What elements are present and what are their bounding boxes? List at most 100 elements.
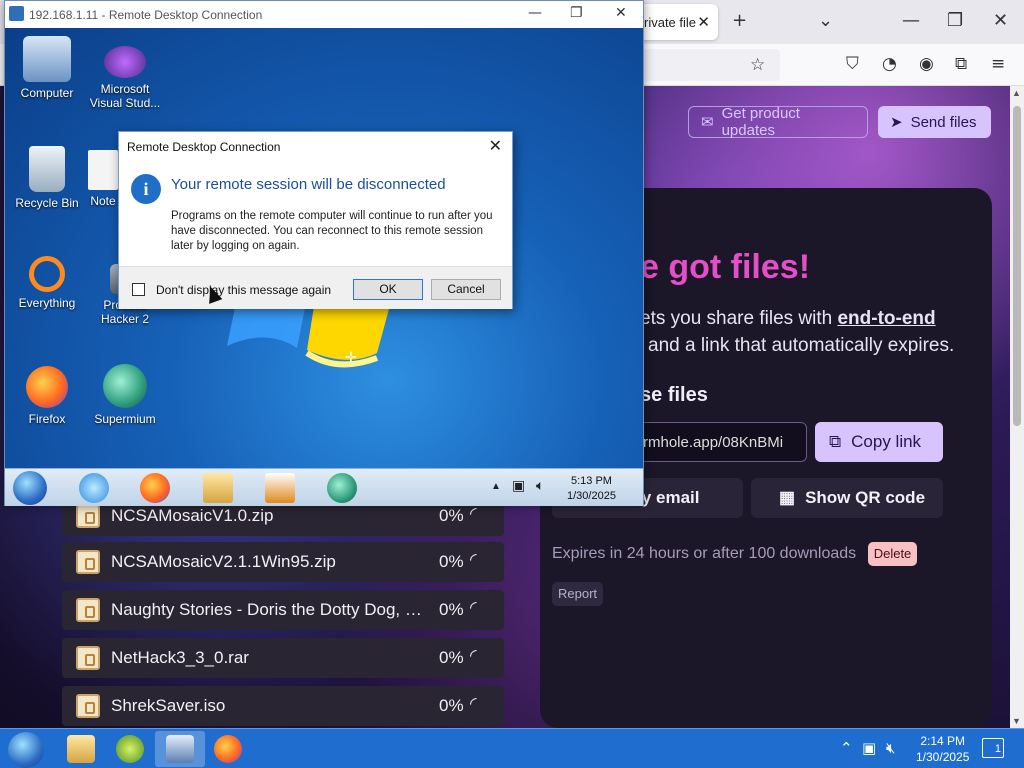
send-icon: ➤ (890, 114, 903, 131)
dont-show-checkbox[interactable] (132, 283, 145, 296)
history-icon[interactable]: ◔ (882, 54, 897, 74)
list-tabs-icon[interactable]: ⌄ (818, 10, 833, 31)
remote-clock-time: 5:13 PM (570, 475, 612, 487)
desktop-icon-recycle-bin[interactable]: Recycle Bin (7, 146, 87, 210)
page-headline: e got files! (640, 248, 811, 286)
network-tray-icon[interactable]: ▣ (862, 739, 876, 757)
maximize-button[interactable]: ❐ (947, 10, 963, 31)
start-button[interactable] (8, 732, 44, 768)
rdp-minimize-button[interactable]: — (528, 5, 542, 21)
desktop-icon-label: Computer (20, 86, 74, 100)
file-row[interactable]: ShrekSaver.iso 0% ◜ (62, 686, 504, 726)
rdp-title-bar[interactable]: 192.168.1.11 - Remote Desktop Connection… (5, 1, 643, 28)
account-icon[interactable]: ◉ (919, 54, 934, 74)
desktop-icon-notepad[interactable]: Note (85, 150, 121, 208)
host-clock-time: 2:14 PM (920, 734, 966, 748)
remote-start-button[interactable] (13, 471, 47, 505)
scrollbar-thumb[interactable] (1013, 106, 1021, 426)
end-to-end-link[interactable]: end-to-end (837, 308, 935, 329)
remote-clock[interactable]: 5:13 PM 1/30/2025 (567, 474, 616, 504)
settings-gear-icon[interactable] (116, 735, 144, 763)
volume-icon[interactable]: 🔈︎ (536, 478, 544, 494)
loading-spinner-icon: ◜ (470, 598, 477, 618)
volume-muted-icon[interactable]: 🔇︎ (886, 739, 895, 757)
media-player-icon[interactable] (265, 473, 295, 503)
send-files-button[interactable]: ➤ Send files (878, 106, 991, 138)
extensions-icon[interactable]: ⧉ (955, 54, 967, 74)
desktop-icon-label: Visual Stud... (89, 96, 161, 110)
desktop-icon-supermium[interactable]: Supermium (85, 364, 165, 426)
archive-file-icon (76, 550, 100, 574)
minimize-button[interactable]: — (902, 10, 920, 31)
dialog-heading: Your remote session will be disconnected (171, 176, 446, 193)
recycle-bin-icon (29, 146, 65, 192)
desktop-icon-label: Everything (18, 296, 76, 310)
desktop-icon-computer[interactable]: Computer (7, 36, 87, 100)
scroll-down-icon[interactable]: ▼ (1012, 716, 1021, 726)
copy-icon: ⧉ (829, 432, 842, 451)
pocket-icon[interactable]: ⛉ (846, 54, 859, 74)
desktop-icon-label: Recycle Bin (15, 196, 79, 210)
get-product-updates-button[interactable]: ✉ Get product updates (688, 105, 868, 139)
notifications-button[interactable]: 1 (982, 738, 1004, 758)
disconnect-dialog: Remote Desktop Connection ✕ i Your remot… (118, 131, 513, 309)
loading-spinner-icon: ◜ (470, 504, 477, 524)
loading-spinner-icon: ◜ (470, 646, 477, 666)
scroll-up-icon[interactable]: ▲ (1012, 88, 1021, 98)
file-explorer-taskbar-icon[interactable] (67, 735, 95, 763)
blocked-file-icon (76, 598, 100, 622)
browser-tab[interactable]: rivate file ✕ (636, 4, 718, 40)
network-icon[interactable]: ▣ (512, 478, 525, 494)
rdp-restore-button[interactable]: ❐ (570, 5, 583, 21)
cancel-button[interactable]: Cancel (431, 279, 501, 300)
file-name: NCSAMosaicV2.1.1Win95.zip (111, 552, 336, 571)
close-window-button[interactable]: ✕ (993, 10, 1008, 31)
file-row[interactable]: NetHack3_3_0.rar 0% ◜ (62, 638, 504, 678)
dialog-footer: Don't display this message again OK Canc… (119, 266, 512, 309)
file-row[interactable]: Naughty Stories - Doris the Dotty Dog, C… (62, 590, 504, 630)
desktop-icon-label: Supermium (94, 412, 156, 426)
page-scrollbar[interactable]: ▲ ▼ (1010, 86, 1024, 728)
send-files-label: Send files (910, 113, 977, 131)
report-button[interactable]: Report (552, 582, 603, 606)
tab-close-icon[interactable]: ✕ (697, 13, 710, 31)
remote-desktop-taskbar-icon[interactable] (166, 735, 194, 763)
blocked-file-icon (76, 694, 100, 718)
dialog-title: Remote Desktop Connection (127, 140, 281, 154)
host-clock[interactable]: 2:14 PM 1/30/2025 (916, 733, 969, 765)
copy-link-button[interactable]: ⧉ Copy link (815, 422, 943, 462)
desktop-icon-firefox[interactable]: Firefox (7, 366, 87, 426)
description-prefix: ets you share files with (640, 308, 838, 329)
remote-clock-date: 1/30/2025 (567, 490, 616, 502)
bookmark-star-icon[interactable]: ☆ (750, 55, 765, 75)
ok-button[interactable]: OK (353, 279, 423, 300)
desktop-icon-visual-studio[interactable]: Microsoft Visual Stud... (85, 46, 165, 110)
show-qr-code-label: Show QR code (805, 488, 926, 507)
show-qr-code-button[interactable]: ▦ Show QR code (751, 478, 943, 518)
share-link-field[interactable]: rmhole.app/08KnBMi (620, 422, 807, 462)
tray-expand-icon[interactable]: ▲ (491, 481, 501, 492)
notepad-icon (88, 150, 118, 190)
qr-code-icon: ▦ (779, 488, 796, 507)
file-name: ShrekSaver.iso (111, 696, 226, 715)
file-row[interactable]: NCSAMosaicV2.1.1Win95.zip 0% ◜ (62, 542, 504, 582)
firefox-taskbar-icon[interactable] (140, 473, 170, 503)
delete-button[interactable]: Delete (868, 542, 917, 566)
dialog-close-button[interactable]: ✕ (489, 136, 502, 155)
dont-show-label[interactable]: Don't display this message again (156, 283, 331, 297)
menu-icon[interactable]: ≡ (991, 54, 1005, 74)
internet-explorer-icon[interactable] (79, 473, 109, 503)
dialog-message: Programs on the remote computer will con… (171, 210, 493, 252)
rdp-close-button[interactable]: ✕ (615, 5, 627, 21)
url-bar[interactable]: ☆ (640, 49, 780, 81)
show-hidden-icons-icon[interactable]: ⌃ (840, 739, 853, 757)
desktop-icon-everything[interactable]: Everything (7, 256, 87, 310)
file-explorer-icon[interactable] (203, 473, 233, 503)
expiry-text: Expires in 24 hours or after 100 downloa… (552, 545, 857, 562)
supermium-taskbar-icon[interactable] (327, 473, 357, 503)
firefox-host-taskbar-icon[interactable] (214, 735, 242, 763)
desktop-icon-label: Microsoft (100, 82, 150, 96)
desktop-icon-label: Note (90, 194, 116, 208)
host-clock-date: 1/30/2025 (916, 750, 970, 764)
new-tab-button[interactable]: + (732, 10, 747, 31)
